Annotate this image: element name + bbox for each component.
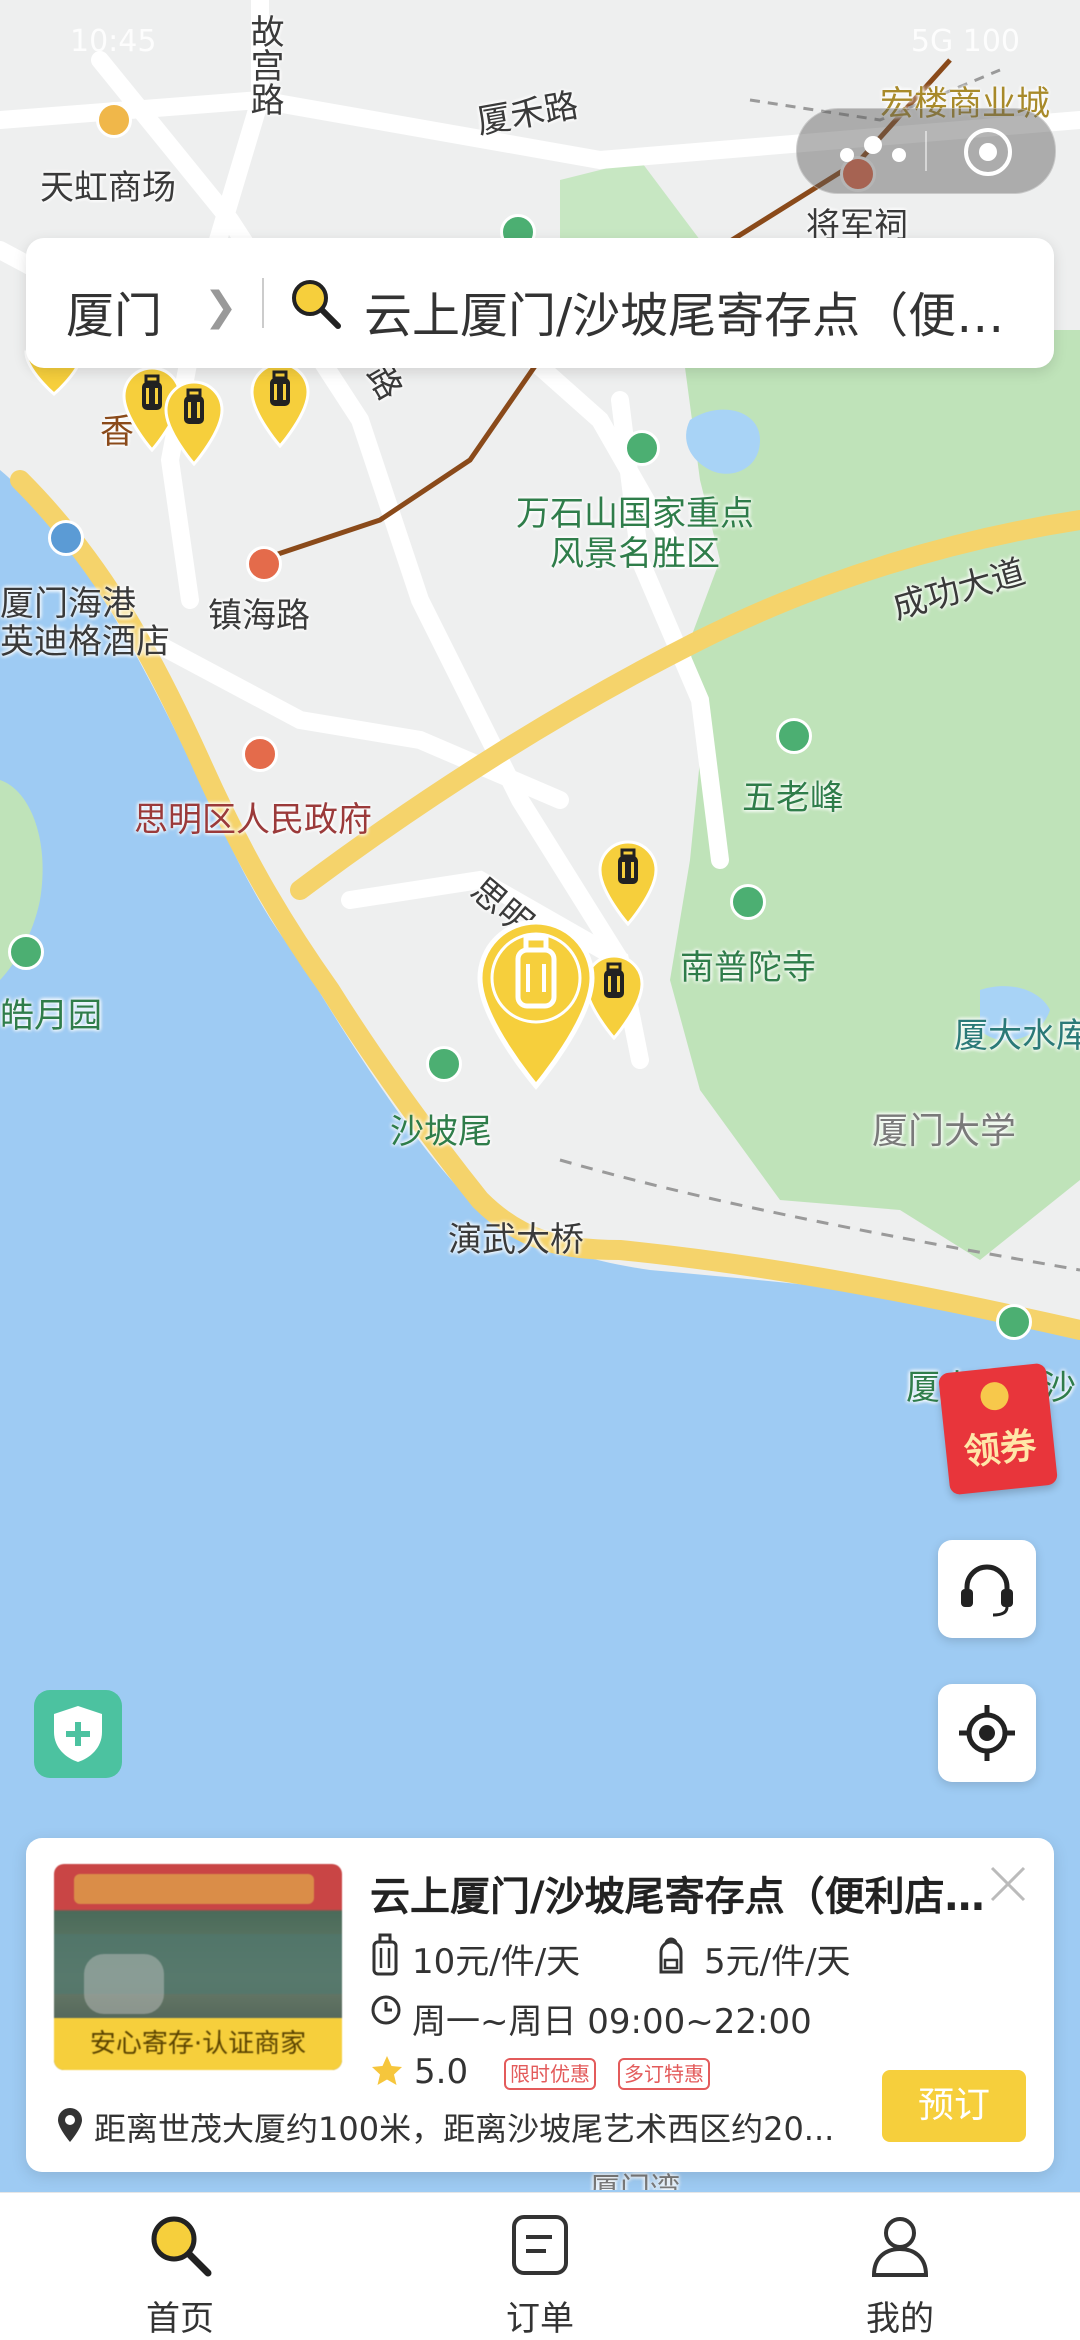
shield-plus-icon <box>54 1706 102 1762</box>
opening-hours-text: 周一~周日 09:00~22:00 <box>412 2002 812 2042</box>
map-label-xiada-reservoir: 厦大水库 <box>954 1016 1080 1056</box>
map-label-zhenhailu: 镇海路 <box>208 596 310 636</box>
bottom-tab-bar: 首页 订单 我的 <box>0 2192 1080 2340</box>
map-label-nanputuo: 南普陀寺 <box>680 948 816 988</box>
clock-icon <box>371 1995 401 2025</box>
backpack-icon <box>659 1937 683 1974</box>
store-photo[interactable]: 安心寄存·认证商家 <box>54 1864 342 2070</box>
temple-icon <box>730 884 766 920</box>
customer-service-button[interactable] <box>938 1540 1036 1638</box>
price-large-luggage: 10元/件/天 <box>412 1942 581 1982</box>
user-icon <box>871 2217 929 2277</box>
miniprogram-capsule <box>796 108 1056 194</box>
store-address-text: 距离世茂大厦约100米，距离沙坡尾艺术西区约20... <box>94 2110 835 2148</box>
orders-icon <box>512 2215 568 2275</box>
selected-luggage-pin-icon[interactable] <box>474 920 598 1090</box>
tab-home-label: 首页 <box>146 2299 214 2339</box>
tab-home[interactable]: 首页 <box>80 2193 280 2340</box>
store-photo-detail <box>84 1954 164 2014</box>
certified-badge: 安心寄存·认证商家 <box>54 2018 342 2070</box>
tab-orders-label: 订单 <box>506 2299 574 2339</box>
coupon-label: 领券 <box>962 1425 1039 1474</box>
promo-tag-limited: 限时优惠 <box>504 2058 596 2090</box>
tab-mine[interactable]: 我的 <box>800 2193 1000 2340</box>
store-title[interactable]: 云上厦门/沙坡尾寄存点（便利店... <box>370 1864 990 1922</box>
tab-orders[interactable]: 订单 <box>440 2193 640 2340</box>
coupon-button[interactable]: 领券 <box>937 1362 1059 1496</box>
government-icon <box>242 736 278 772</box>
shapowei-scenic-icon <box>426 1046 462 1082</box>
close-icon[interactable] <box>986 1862 1030 1906</box>
map-label-shapowei: 沙坡尾 <box>390 1112 492 1152</box>
search-input[interactable]: 云上厦门/沙坡尾寄存点（便利... <box>364 276 1044 346</box>
map-label-harbor-hotel-2: 英迪格酒店 <box>0 622 170 662</box>
star-icon <box>372 2056 402 2085</box>
map-label-siming-gov: 思明区人民政府 <box>134 800 372 840</box>
price-small-luggage: 5元/件/天 <box>704 1942 851 1982</box>
scenic-icon <box>624 430 660 466</box>
suitcase-icon <box>372 1933 398 1976</box>
city-selector[interactable]: 厦门 <box>66 276 162 346</box>
capsule-divider <box>925 131 927 171</box>
map-label-wulaofeng: 五老峰 <box>742 778 844 818</box>
book-button[interactable]: 预订 <box>882 2070 1026 2142</box>
map-label-xiada: 厦门大学 <box>872 1111 1017 1152</box>
search-divider <box>262 278 264 328</box>
map-label-haoyueyuan: 皓月园 <box>0 996 102 1036</box>
luggage-pin-icon[interactable] <box>162 380 226 466</box>
peak-icon <box>776 718 812 754</box>
map-label-tianhong: 天虹商场 <box>40 168 176 208</box>
metro-station-icon <box>246 546 282 582</box>
locate-icon <box>959 1705 1015 1761</box>
safety-button[interactable] <box>34 1690 122 1778</box>
search-icon[interactable] <box>286 274 344 332</box>
locate-button[interactable] <box>938 1684 1036 1782</box>
more-dots-icon[interactable] <box>833 133 913 169</box>
map-label-yanwu: 演武大桥 <box>448 1220 584 1260</box>
map-label-wanshishan-2: 风景名胜区 <box>550 534 720 574</box>
luggage-pin-icon[interactable] <box>248 362 312 448</box>
promo-tag-multi: 多订特惠 <box>618 2058 710 2090</box>
status-indicators: 5G 100 <box>910 24 1020 59</box>
rating-score: 5.0 <box>414 2052 469 2092</box>
garden-icon <box>8 934 44 970</box>
close-miniprogram-icon[interactable] <box>961 125 1015 179</box>
location-pin-icon <box>58 2108 82 2142</box>
store-address: 距离世茂大厦约100米，距离沙坡尾艺术西区约20... <box>56 2104 876 2150</box>
store-card[interactable]: 安心寄存·认证商家 云上厦门/沙坡尾寄存点（便利店... 10元/件/天 5元/… <box>26 1838 1054 2172</box>
beach-icon <box>996 1304 1032 1340</box>
coupon-seal-icon <box>979 1380 1010 1412</box>
headset-icon <box>961 1564 1013 1617</box>
status-bar: 10:45 5G 100 <box>0 0 1080 70</box>
hotel-icon <box>48 520 84 556</box>
search-home-icon <box>151 2216 212 2277</box>
chevron-right-icon[interactable]: ❯ <box>204 284 238 330</box>
store-photo-sign <box>74 1874 314 1904</box>
search-bar: 厦门 ❯ 云上厦门/沙坡尾寄存点（便利... <box>26 238 1054 368</box>
luggage-pin-icon[interactable] <box>596 840 660 926</box>
tab-mine-label: 我的 <box>866 2299 934 2339</box>
mall-icon <box>96 102 132 138</box>
status-time: 10:45 <box>70 24 157 59</box>
